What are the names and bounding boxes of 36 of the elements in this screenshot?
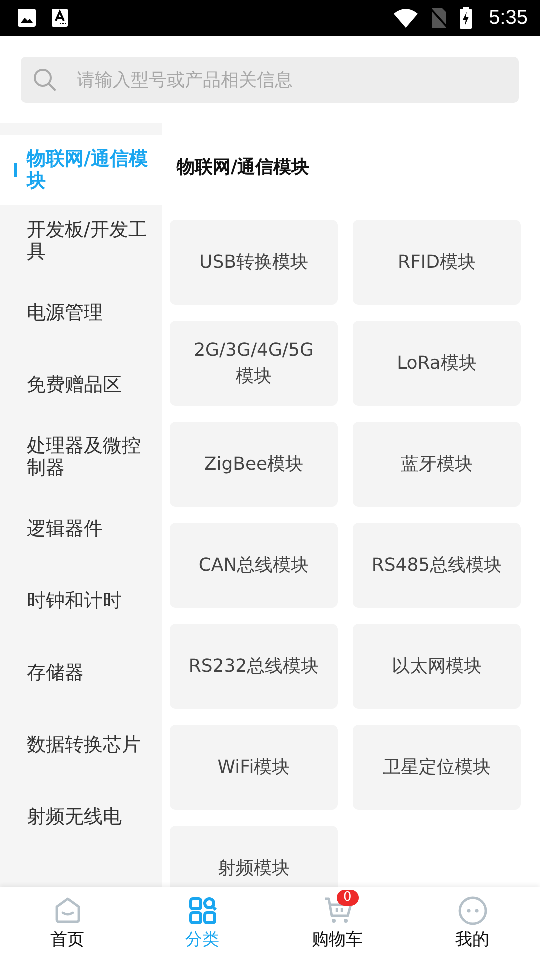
search-field[interactable]: 请输入型号或产品相关信息 (21, 57, 519, 103)
sidebar-item[interactable]: 时钟和计时 (0, 565, 162, 637)
sidebar-item[interactable]: 处理器及微控制器 (0, 421, 162, 493)
section-title: 物联网/通信模块 (176, 156, 311, 180)
tab-item[interactable]: 我的 (405, 887, 540, 960)
sidebar-item[interactable]: 电源管理 (0, 277, 162, 349)
sidebar-item[interactable]: 数据转换芯片 (0, 709, 162, 781)
category-card[interactable]: USB转换模块 (170, 220, 338, 305)
tab-item[interactable]: 首页 (0, 887, 135, 960)
category-card[interactable]: RS232总线模块 (170, 624, 338, 709)
category-card[interactable]: LoRa模块 (353, 321, 521, 406)
category-card[interactable]: 射频模块 (170, 826, 338, 887)
sidebar-item[interactable]: 免费赠品区 (0, 349, 162, 421)
sidebar-item[interactable]: 开发板/开发工具 (0, 205, 162, 277)
sidebar-item[interactable]: 存储器 (0, 637, 162, 709)
selection-indicator (14, 163, 17, 177)
category-card[interactable]: RS485总线模块 (353, 523, 521, 608)
sidebar-item[interactable]: 射频无线电 (0, 781, 162, 853)
text-icon (51, 8, 69, 28)
category-card[interactable]: 以太网模块 (353, 624, 521, 709)
category-card[interactable]: 蓝牙模块 (353, 422, 521, 507)
status-time: 5:35 (489, 6, 528, 30)
category-card[interactable]: ZigBee模块 (170, 422, 338, 507)
category-card[interactable]: 2G/3G/4G/5G模块 (170, 321, 338, 406)
battery-icon (459, 7, 474, 29)
image-icon (17, 8, 37, 28)
sidebar-item[interactable]: 逻辑器件 (0, 493, 162, 565)
grid-icon (188, 896, 218, 926)
category-card[interactable]: 卫星定位模块 (353, 725, 521, 810)
count-badge: 0 (336, 890, 359, 906)
category-card[interactable]: WiFi模块 (170, 725, 338, 810)
category-card[interactable]: CAN总线模块 (170, 523, 338, 608)
tab-item[interactable]: 0 购物车 (270, 887, 405, 960)
face-icon (458, 896, 488, 926)
wifi-icon (393, 7, 420, 29)
category-card[interactable]: RFID模块 (353, 220, 521, 305)
